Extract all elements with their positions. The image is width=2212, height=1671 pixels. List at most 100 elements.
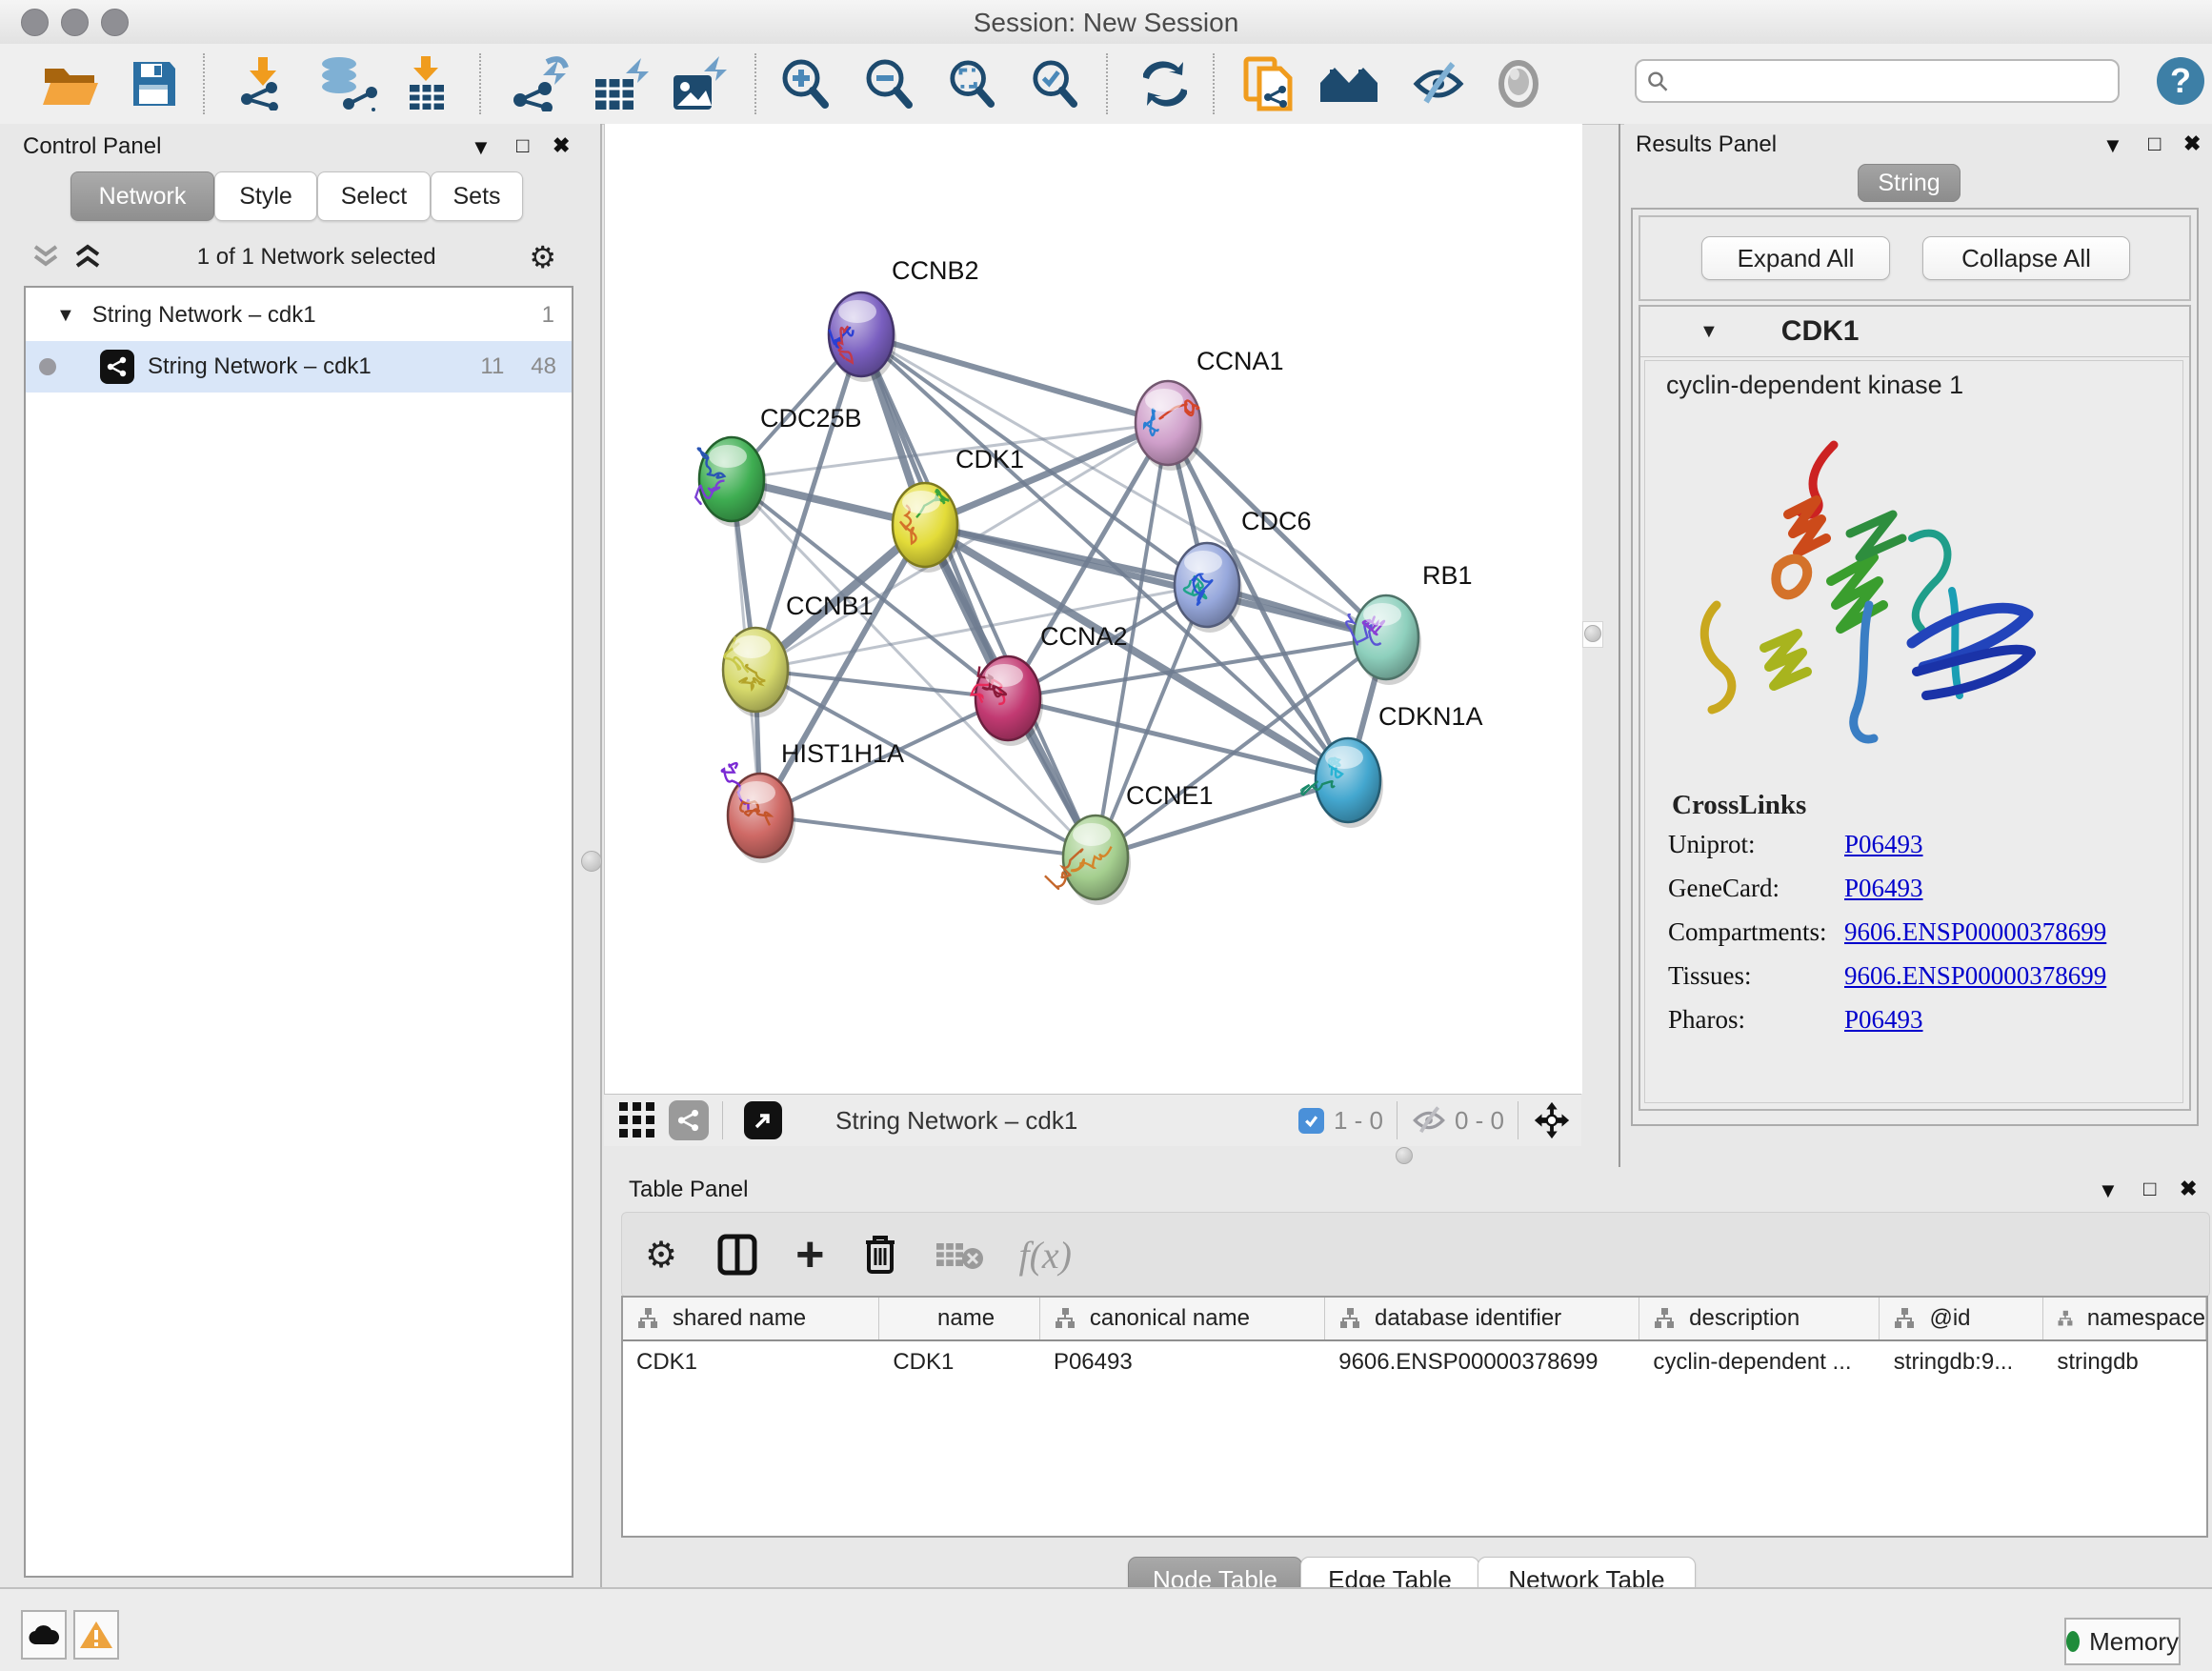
right-splitter[interactable]: [1582, 621, 1603, 648]
search-input[interactable]: [1676, 67, 2118, 95]
function-builder-icon: f(x): [1018, 1233, 1072, 1278]
refresh-view-button[interactable]: [1141, 57, 1189, 111]
panel-float-icon[interactable]: ▼: [2098, 1178, 2119, 1203]
table-cell[interactable]: CDK1: [623, 1341, 879, 1383]
open-session-button[interactable]: [38, 57, 105, 111]
column-type-icon: [2057, 1307, 2074, 1330]
cloud-status-button[interactable]: [21, 1610, 67, 1660]
birds-eye-toggle-icon[interactable]: [1532, 1100, 1572, 1140]
first-neighbors-button[interactable]: [1317, 57, 1382, 111]
network-collection-row[interactable]: ▼ String Network – cdk1 1: [26, 290, 572, 341]
selected-checkbox-icon[interactable]: [1298, 1108, 1324, 1134]
panel-undock-icon[interactable]: □: [516, 133, 529, 158]
panel-undock-icon[interactable]: □: [2148, 131, 2161, 156]
crosslink-link[interactable]: 9606.ENSP00000378699: [1844, 917, 2106, 947]
gear-icon[interactable]: ⚙: [529, 239, 556, 275]
open-in-new-icon[interactable]: [744, 1101, 782, 1139]
network-node-RB1[interactable]: RB1: [1346, 561, 1472, 685]
network-row-selected[interactable]: String Network – cdk1 11 48: [26, 341, 572, 393]
show-graphics-details-button[interactable]: [1495, 57, 1542, 111]
zoom-out-button[interactable]: [863, 57, 915, 111]
network-view-toolbar: String Network – cdk1 1 - 0 0 - 0: [604, 1094, 1581, 1146]
table-cell[interactable]: P06493: [1040, 1341, 1325, 1383]
grid-view-icon[interactable]: [619, 1102, 655, 1138]
export-network-icon: [511, 56, 570, 111]
column-header-namespace[interactable]: namespace: [2043, 1298, 2206, 1339]
expand-all-button[interactable]: Expand All: [1701, 236, 1890, 280]
column-header-description[interactable]: description: [1639, 1298, 1880, 1339]
collapse-all-button[interactable]: Collapse All: [1922, 236, 2130, 280]
column-header-shared-name[interactable]: shared name: [623, 1298, 879, 1339]
panel-float-icon[interactable]: ▼: [2102, 133, 2123, 158]
memory-button[interactable]: Memory: [2064, 1618, 2181, 1665]
clone-network-button[interactable]: [1241, 57, 1297, 111]
column-header-canonical-name[interactable]: canonical name: [1040, 1298, 1325, 1339]
network-edge[interactable]: [861, 334, 1386, 637]
collection-expand-icon[interactable]: ▼: [56, 305, 75, 327]
import-network-from-database-button[interactable]: [312, 57, 381, 111]
panel-float-icon[interactable]: ▼: [471, 135, 492, 160]
tab-sets[interactable]: Sets: [431, 171, 523, 221]
network-edge[interactable]: [755, 670, 1008, 698]
help-button[interactable]: ?: [2157, 57, 2204, 105]
delete-column-trash-icon[interactable]: [862, 1233, 898, 1277]
import-table-from-file-button[interactable]: [400, 57, 453, 111]
crosslink-link[interactable]: P06493: [1844, 874, 1923, 903]
table-cell[interactable]: cyclin-dependent ...: [1639, 1341, 1880, 1383]
node-section-header[interactable]: ▼ CDK1: [1640, 307, 2189, 357]
table-cell[interactable]: stringdb:9...: [1880, 1341, 2044, 1383]
tab-string[interactable]: String: [1858, 164, 1961, 202]
crosslink-link[interactable]: P06493: [1844, 1005, 1923, 1035]
export-image-button[interactable]: [668, 57, 731, 111]
network-canvas[interactable]: CCNB2CCNA1CDC25BCDK1CDC6RB1CCNB1CCNA2HIS…: [604, 124, 1582, 1094]
table-cell[interactable]: 9606.ENSP00000378699: [1325, 1341, 1639, 1383]
show-columns-icon[interactable]: [717, 1234, 757, 1276]
network-tree: ▼ String Network – cdk1 1 String Network…: [24, 286, 573, 1578]
network-node-CDKN1A[interactable]: CDKN1A: [1301, 702, 1482, 828]
export-table-to-file-button[interactable]: [590, 57, 653, 111]
zoom-selected-button[interactable]: [1030, 57, 1079, 111]
import-network-from-file-button[interactable]: [234, 57, 292, 111]
network-edge[interactable]: [861, 334, 1096, 857]
create-column-icon[interactable]: +: [795, 1236, 824, 1274]
network-edge[interactable]: [760, 815, 1096, 857]
export-network-to-file-button[interactable]: [509, 57, 572, 111]
table-cell[interactable]: CDK1: [879, 1341, 1040, 1383]
column-header-@id[interactable]: @id: [1880, 1298, 2043, 1339]
section-collapse-icon[interactable]: ▼: [1699, 321, 1719, 343]
column-header-name[interactable]: name: [879, 1298, 1040, 1339]
table-cell[interactable]: stringdb: [2043, 1341, 2206, 1383]
table-row[interactable]: CDK1CDK1P064939606.ENSP00000378699cyclin…: [623, 1341, 2206, 1383]
import-table-icon: [402, 56, 452, 111]
panel-undock-icon[interactable]: □: [2143, 1177, 2156, 1201]
open-folder-icon: [41, 59, 102, 109]
warning-status-button[interactable]: [73, 1610, 119, 1660]
hide-selected-button[interactable]: [1412, 57, 1465, 111]
left-splitter-handle[interactable]: [581, 851, 602, 872]
crosslink-link[interactable]: P06493: [1844, 830, 1923, 859]
panel-close-icon[interactable]: ✖: [2183, 131, 2201, 156]
network-node-HIST1H1A[interactable]: HIST1H1A: [722, 739, 904, 863]
share-view-icon[interactable]: [669, 1100, 709, 1140]
tab-select[interactable]: Select: [317, 171, 431, 221]
panel-close-icon[interactable]: ✖: [553, 133, 570, 158]
horizontal-splitter-handle[interactable]: [1396, 1147, 1413, 1164]
table-settings-gear-icon[interactable]: ⚙: [645, 1234, 677, 1277]
node-table[interactable]: shared namenamecanonical namedatabase id…: [621, 1296, 2208, 1538]
expand-all-tree-icon[interactable]: [71, 243, 104, 272]
right-splitter-handle[interactable]: [1584, 625, 1601, 642]
tab-style[interactable]: Style: [214, 171, 317, 221]
save-session-button[interactable]: [130, 57, 179, 111]
zoom-fit-button[interactable]: [947, 57, 996, 111]
network-node-CCNA1[interactable]: CCNA1: [1136, 347, 1284, 471]
eye-slash-icon: [1413, 60, 1464, 108]
column-header-database-identifier[interactable]: database identifier: [1325, 1298, 1639, 1339]
zoom-in-button[interactable]: [779, 57, 831, 111]
tab-network[interactable]: Network: [70, 171, 214, 221]
collapse-all-tree-icon[interactable]: [30, 243, 62, 272]
warning-triangle-icon: [79, 1620, 113, 1650]
crosslink-label: Tissues:: [1668, 961, 1844, 991]
crosslink-link[interactable]: 9606.ENSP00000378699: [1844, 961, 2106, 991]
panel-close-icon[interactable]: ✖: [2180, 1177, 2197, 1201]
network-edge[interactable]: [925, 525, 1386, 637]
